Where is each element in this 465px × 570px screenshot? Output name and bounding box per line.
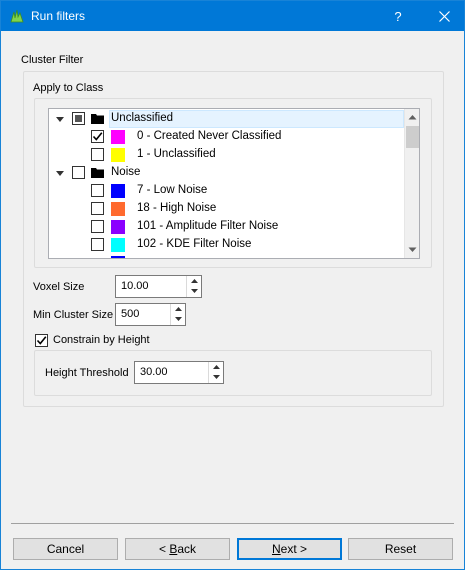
spin-up-button[interactable] [209, 362, 223, 372]
help-icon: ? [394, 8, 402, 24]
group-checkbox[interactable] [72, 166, 85, 179]
group-checkbox-partial[interactable] [72, 112, 85, 125]
tree-row-noise[interactable]: Noise [49, 164, 404, 182]
checkmark-icon [92, 132, 103, 141]
close-button[interactable] [424, 1, 464, 31]
footer-separator [11, 523, 454, 524]
tree-label: Unclassified [111, 112, 173, 124]
color-swatch [111, 238, 125, 252]
reset-button[interactable]: Reset [348, 538, 453, 560]
tree-label: 0 - Created Never Classified [137, 130, 282, 142]
help-button[interactable]: ? [381, 1, 415, 31]
min-cluster-size-spinbox[interactable]: 500 [115, 303, 186, 326]
scroll-thumb[interactable] [406, 126, 419, 148]
voxel-size-label: Voxel Size [33, 281, 85, 293]
cancel-button[interactable]: Cancel [13, 538, 118, 560]
chevron-up-icon [190, 279, 198, 283]
height-threshold-value: 30.00 [140, 366, 168, 378]
apply-to-class-title: Apply to Class [33, 82, 104, 94]
tree-label: Noise [111, 166, 141, 178]
class-checkbox-checked[interactable] [91, 130, 104, 143]
color-swatch [111, 220, 125, 234]
tree-label: 18 - High Noise [137, 202, 217, 214]
tree-label: 1 - Unclassified [137, 148, 216, 160]
class-checkbox[interactable] [91, 220, 104, 233]
class-tree[interactable]: Unclassified 0 - Created Never Classifie… [48, 108, 420, 259]
app-icon [10, 9, 24, 23]
spin-down-button[interactable] [171, 314, 185, 324]
tree-row-partial[interactable] [49, 254, 404, 258]
tree-row-unclassified[interactable]: Unclassified [49, 110, 404, 128]
min-cluster-size-value: 500 [121, 308, 140, 320]
title-bar: Run filters ? [1, 1, 464, 31]
scroll-up-button[interactable] [405, 109, 419, 125]
tree-row-class-18[interactable]: 18 - High Noise [49, 200, 404, 218]
next-mnemonic: N [271, 542, 281, 556]
scroll-down-button[interactable] [405, 242, 419, 258]
chevron-up-icon [212, 365, 220, 369]
checkmark-icon [36, 336, 47, 345]
folder-icon [91, 114, 104, 124]
chevron-down-icon [408, 247, 417, 252]
spin-down-button[interactable] [187, 286, 201, 296]
next-rest: ext > [280, 542, 308, 556]
tree-label: 102 - KDE Filter Noise [137, 238, 252, 250]
height-threshold-label: Height Threshold [45, 367, 129, 379]
tree-label: 101 - Amplitude Filter Noise [137, 220, 279, 232]
expand-arrow-icon[interactable] [55, 115, 65, 125]
min-cluster-size-label: Min Cluster Size [33, 309, 114, 321]
voxel-size-spinbox[interactable]: 10.00 [115, 275, 202, 298]
back-mnemonic: B [169, 542, 178, 556]
spin-down-button[interactable] [209, 372, 223, 382]
tree-row-class-7[interactable]: 7 - Low Noise [49, 182, 404, 200]
reset-label: Reset [384, 542, 417, 556]
tree-row-class-1[interactable]: 1 - Unclassified [49, 146, 404, 164]
run-filters-dialog: Run filters ? Cluster Filter Apply to Cl… [0, 0, 465, 570]
class-checkbox[interactable] [91, 184, 104, 197]
next-button[interactable]: Next > [237, 538, 342, 560]
back-prefix: < [158, 542, 170, 556]
spin-up-button[interactable] [187, 276, 201, 286]
chevron-up-icon [174, 307, 182, 311]
constrain-by-height-label[interactable]: Constrain by Height [53, 334, 150, 346]
voxel-size-value: 10.00 [121, 280, 149, 292]
tree-label: 7 - Low Noise [137, 184, 208, 196]
class-checkbox[interactable] [91, 202, 104, 215]
constrain-by-height-checkbox[interactable] [35, 334, 48, 347]
cluster-filter-title: Cluster Filter [21, 54, 84, 66]
back-rest: ack [177, 542, 197, 556]
folder-icon [91, 168, 104, 178]
window-title: Run filters [31, 9, 86, 23]
height-threshold-spinbox[interactable]: 30.00 [134, 361, 224, 384]
back-button[interactable]: < Back [125, 538, 230, 560]
tree-row-class-0[interactable]: 0 - Created Never Classified [49, 128, 404, 146]
close-icon [438, 10, 450, 22]
expand-arrow-icon[interactable] [55, 169, 65, 179]
chevron-down-icon [190, 289, 198, 293]
color-swatch [111, 256, 125, 258]
color-swatch [111, 184, 125, 198]
chevron-down-icon [174, 317, 182, 321]
chevron-down-icon [212, 375, 220, 379]
color-swatch [111, 130, 125, 144]
spin-up-button[interactable] [171, 304, 185, 314]
chevron-up-icon [408, 115, 417, 120]
tree-row-class-102[interactable]: 102 - KDE Filter Noise [49, 236, 404, 254]
tree-row-class-101[interactable]: 101 - Amplitude Filter Noise [49, 218, 404, 236]
color-swatch [111, 148, 125, 162]
color-swatch [111, 202, 125, 216]
cancel-label: Cancel [46, 542, 85, 556]
class-checkbox[interactable] [91, 238, 104, 251]
class-checkbox[interactable] [91, 148, 104, 161]
tree-scrollbar[interactable] [404, 109, 419, 258]
